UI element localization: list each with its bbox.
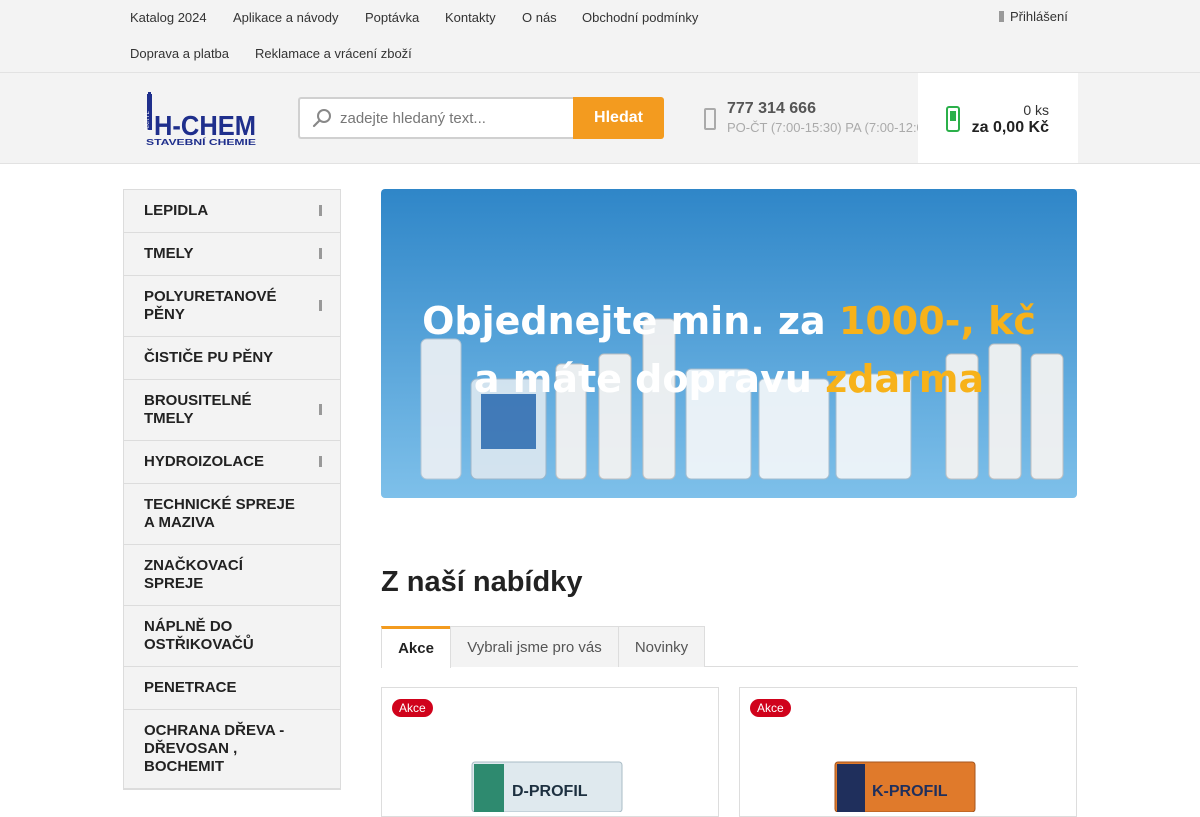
sidebar-item[interactable]: Polyuretanové pěny <box>124 276 340 337</box>
sidebar-item-label: Polyuretanové pěny <box>144 288 277 323</box>
sidebar-item[interactable]: Lepidla <box>124 190 340 233</box>
section-title: Z naší nabídky <box>381 566 583 598</box>
sidebar-item-label: Lepidla <box>144 202 209 219</box>
logo-text: H-CHEM <box>154 110 256 141</box>
product-card[interactable]: Akce D-PROFIL <box>381 687 719 817</box>
sidebar-item[interactable]: Značkovací spreje <box>124 545 340 606</box>
sidebar-item[interactable]: Náplně do ostřikovačů <box>124 606 340 667</box>
phone-number[interactable]: 777 314 666 <box>727 100 816 118</box>
cart-total: za 0,00 Kč <box>971 119 1049 136</box>
logo[interactable]: AKRYL H-CHEM STAVEBNÍ CHEMIE <box>144 91 258 147</box>
top-bar: Katalog 2024 Aplikace a návody Poptávka … <box>0 0 1200 73</box>
cart-icon <box>946 106 960 132</box>
cart-count: 0 ks <box>1023 102 1049 118</box>
promo-banner[interactable]: Objednejte min. za 1000-, kč a máte dopr… <box>381 189 1077 498</box>
sidebar-item[interactable]: Technické spreje a maziva <box>124 484 340 545</box>
sidebar-item-label: Hydroizolace <box>144 453 264 470</box>
sidebar-item-label: Brousitelné tmely <box>144 392 252 427</box>
sidebar-item[interactable]: Čističe PU pěny <box>124 337 340 380</box>
sidebar-item[interactable]: Brousitelné tmely <box>124 380 340 441</box>
sale-badge: Akce <box>392 699 433 717</box>
chevron-right-icon[interactable] <box>319 456 322 467</box>
tab-akce[interactable]: Akce <box>381 626 451 668</box>
sidebar-item[interactable]: Penetrace <box>124 667 340 710</box>
sidebar-item-label: Čističe PU pěny <box>144 349 274 366</box>
nav-link-kontakty[interactable]: Kontakty <box>445 10 496 25</box>
search-input[interactable] <box>340 99 570 137</box>
search-button[interactable]: Hledat <box>573 97 664 139</box>
sidebar-item[interactable]: Hydroizolace <box>124 441 340 484</box>
product-image[interactable]: D-PROFIL <box>462 752 632 812</box>
banner-line-2: a máte dopravu zdarma <box>474 357 984 401</box>
nav-link-poptavka[interactable]: Poptávka <box>365 10 419 25</box>
sidebar-item-label: Náplně do ostřikovačů <box>144 618 254 653</box>
chevron-right-icon[interactable] <box>319 248 322 259</box>
chevron-right-icon[interactable] <box>319 300 322 311</box>
svg-text:D-PROFIL: D-PROFIL <box>512 783 588 800</box>
sidebar-item[interactable]: Tmely <box>124 233 340 276</box>
nav-link-reklamace[interactable]: Reklamace a vrácení zboží <box>255 46 412 61</box>
sidebar-item-label: Tmely <box>144 245 194 262</box>
login-label: Přihlášení <box>1010 9 1068 24</box>
product-card[interactable]: Akce K-PROFIL <box>739 687 1077 817</box>
nav-link-aplikace[interactable]: Aplikace a návody <box>233 10 339 25</box>
site-header: AKRYL H-CHEM STAVEBNÍ CHEMIE Hledat 777 … <box>0 73 1200 164</box>
nav-link-obchodni-podminky[interactable]: Obchodní podmínky <box>582 10 698 25</box>
chevron-right-icon[interactable] <box>319 404 322 415</box>
opening-hours: PO-ČT (7:00-15:30) PA (7:00-12:00) <box>727 120 924 135</box>
category-sidebar: Lepidla Tmely Polyuretanové pěny Čističe PU… <box>123 189 341 790</box>
tab-novinky[interactable]: Novinky <box>618 626 705 667</box>
sidebar-item[interactable]: Ochrana dřeva - Dřevosan , Bochemit <box>124 710 340 789</box>
offer-tabs: Akce Vybrali jsme pro vás Novinky <box>381 626 1078 668</box>
logo-subtext: STAVEBNÍ CHEMIE <box>146 138 257 147</box>
phone-contact: 777 314 666 PO-ČT (7:00-15:30) PA (7:00-… <box>704 98 924 138</box>
sidebar-item-label: Penetrace <box>144 679 237 696</box>
banner-line-1: Objednejte min. za 1000-, kč <box>422 299 1036 343</box>
sidebar-item-label: Ochrana dřeva - Dřevosan , Bochemit <box>144 722 285 775</box>
search-box <box>298 97 574 139</box>
nav-link-o-nas[interactable]: O nás <box>522 10 557 25</box>
sidebar-item-label: Technické spreje a maziva <box>144 496 295 531</box>
phone-icon <box>704 108 716 130</box>
svg-text:K-PROFIL: K-PROFIL <box>872 783 948 800</box>
cart-widget[interactable]: 0 ks za 0,00 Kč <box>918 73 1078 163</box>
chevron-right-icon[interactable] <box>319 205 322 216</box>
login-link[interactable]: Přihlášení <box>999 9 1068 24</box>
nav-link-katalog[interactable]: Katalog 2024 <box>130 10 207 25</box>
search-form: Hledat <box>298 97 664 139</box>
nav-link-doprava[interactable]: Doprava a platba <box>130 46 229 61</box>
tab-vybrali-jsme[interactable]: Vybrali jsme pro vás <box>450 626 619 667</box>
logo-side-text: AKRYL <box>145 111 151 131</box>
sale-badge: Akce <box>750 699 791 717</box>
user-icon <box>999 11 1004 22</box>
product-image[interactable]: K-PROFIL <box>820 752 990 812</box>
search-icon <box>312 109 331 128</box>
sidebar-item-label: Značkovací spreje <box>144 557 243 592</box>
